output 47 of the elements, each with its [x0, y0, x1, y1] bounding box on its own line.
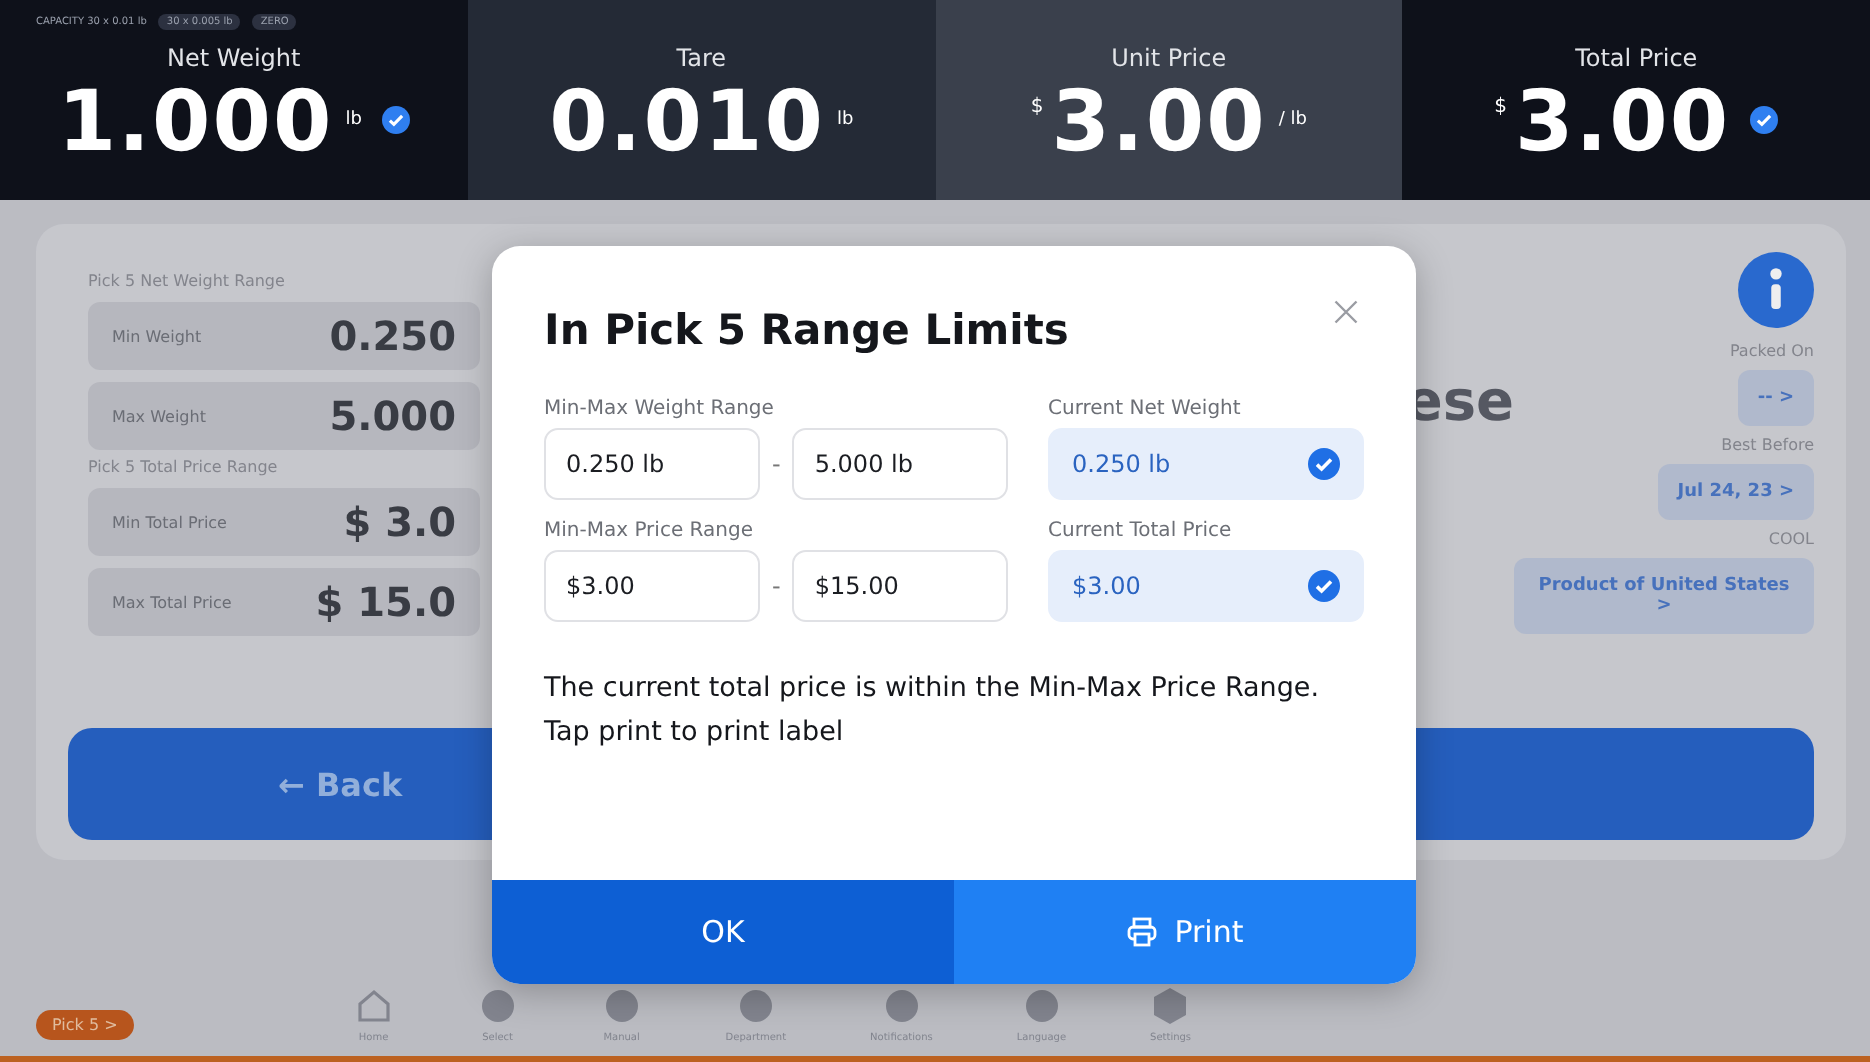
unit-label: / lb	[1278, 110, 1307, 130]
range-row[interactable]: Min Total Price $ 3.0	[88, 488, 480, 556]
range-label: Min-Max Price Range	[544, 520, 755, 542]
group-title: Pick 5 Total Price Range	[88, 458, 280, 476]
range-row[interactable]: Max Total Price $ 15.0	[88, 568, 480, 636]
range-row[interactable]: Max Weight 5.000	[88, 382, 480, 450]
group-title: Pick 5 Net Weight Range	[88, 272, 287, 290]
ok-button[interactable]: OK	[492, 880, 954, 984]
nav-icon[interactable]	[601, 986, 642, 1026]
tile-label: Unit Price	[1111, 43, 1227, 71]
nav-icon[interactable]	[1021, 986, 1062, 1026]
field-label: COOL	[1768, 530, 1814, 548]
info-icon[interactable]	[1738, 252, 1814, 328]
current-label: Current Total Price	[1048, 520, 1234, 542]
dialog-title: In Pick 5 Range Limits	[544, 306, 1069, 354]
current-label: Current Net Weight	[1048, 398, 1243, 420]
house-icon[interactable]	[353, 986, 394, 1026]
tile-value: 3.00	[1514, 71, 1731, 169]
tile-value: 0.010	[549, 71, 825, 169]
tile-label: Net Weight	[167, 43, 301, 71]
field-label: Best Before	[1721, 436, 1814, 454]
nav-icon[interactable]	[881, 986, 922, 1026]
unit-label: lb	[836, 110, 854, 130]
tile-value: 1.000	[57, 71, 334, 169]
range-separator: -	[772, 572, 781, 600]
tile-value: 3.00	[1051, 71, 1267, 169]
max-field[interactable]: 5.000 lb	[792, 428, 1009, 500]
unit-label: lb	[345, 110, 362, 130]
status-message: The current total price is within the Min-Max Price Range. Tap print to print label	[544, 670, 1322, 752]
tile-label: Tare	[676, 43, 726, 71]
range-row[interactable]: Min Weight 0.250	[88, 302, 480, 370]
field-label: Packed On	[1729, 342, 1814, 360]
tile-label: Total Price	[1575, 43, 1698, 71]
print-button[interactable]: Print	[954, 880, 1416, 984]
range-separator: -	[772, 450, 781, 478]
min-field[interactable]: 0.250 lb	[544, 428, 760, 500]
nav-icon[interactable]	[477, 986, 518, 1026]
current-value-box: $3.00	[1048, 550, 1364, 622]
max-field[interactable]: $15.00	[792, 550, 1009, 622]
close-icon[interactable]	[1332, 298, 1360, 326]
min-field[interactable]: $3.00	[544, 550, 760, 622]
range-label: Min-Max Weight Range	[544, 398, 776, 420]
current-value-box: 0.250 lb	[1048, 428, 1364, 500]
currency-sign: $	[1030, 95, 1044, 117]
nav-icon[interactable]	[735, 986, 776, 1026]
printer-icon	[1126, 916, 1159, 948]
currency-sign: $	[1494, 95, 1507, 117]
